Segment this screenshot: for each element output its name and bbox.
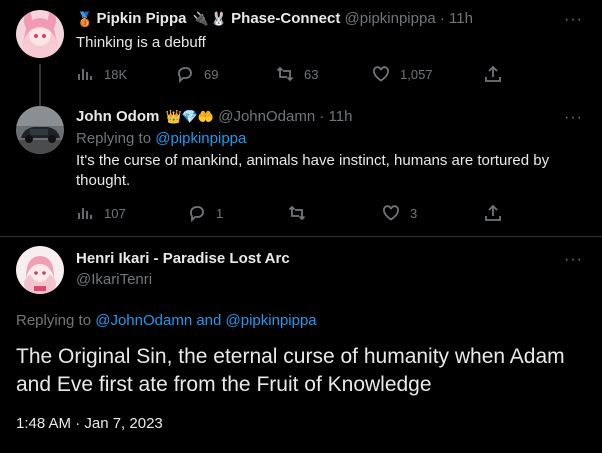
views-icon xyxy=(78,69,92,80)
views-count: 18K xyxy=(104,66,128,82)
heart-icon xyxy=(373,66,389,82)
reply-button[interactable]: 1 xyxy=(188,203,223,223)
replying-label: Replying to xyxy=(16,312,96,329)
replying-to-link[interactable]: @pipkinpippa xyxy=(155,130,246,147)
tweet-header: John Odom 👑💎🤲 @JohnOdamn · 11h xyxy=(76,107,352,127)
replying-to: Replying to @pipkinpippa xyxy=(76,129,246,149)
retweet-count: 63 xyxy=(304,66,319,82)
retweet-button[interactable]: 63 xyxy=(276,64,318,84)
like-button[interactable]: 1,057 xyxy=(372,64,433,84)
divider xyxy=(0,236,602,237)
author-name[interactable]: Henri Ikari - Paradise Lost Arc xyxy=(76,249,290,269)
views-button[interactable]: 18K xyxy=(76,64,127,84)
share-button[interactable] xyxy=(484,64,502,84)
tweet-time[interactable]: · 11h xyxy=(319,108,352,125)
like-button[interactable]: 3 xyxy=(382,203,417,223)
tweet-header: 🥉 Pipkin Pippa 🔌 🐰 Phase-Connect @pipkinpi… xyxy=(76,9,473,29)
tweet-time[interactable]: · 11h xyxy=(440,10,473,27)
views-button[interactable]: 107 xyxy=(76,203,126,223)
author-name[interactable]: Pipkin Pippa xyxy=(96,10,186,27)
share-button[interactable] xyxy=(484,203,502,223)
retweet-button[interactable] xyxy=(288,203,316,223)
retweet-icon xyxy=(288,205,306,221)
tweet-actions: 18K 69 63 1,057 xyxy=(76,64,506,84)
tweet-timestamp[interactable]: 1:48 AM · Jan 7, 2023 xyxy=(16,414,163,434)
tweet-text: The Original Sin, the eternal curse of h… xyxy=(16,345,565,396)
medal-icon: 🥉 xyxy=(76,11,94,28)
author-name[interactable]: John Odom xyxy=(76,108,159,125)
heart-icon xyxy=(383,205,399,221)
author-handle[interactable]: @IkariTenri xyxy=(76,270,152,290)
plug-icon: 🔌 xyxy=(192,11,209,27)
share-icon xyxy=(485,204,501,221)
tweet-text: Thinking is a debuff xyxy=(76,34,206,51)
reply-count: 69 xyxy=(204,66,219,82)
reply-count: 1 xyxy=(216,205,224,221)
avatar-john[interactable] xyxy=(16,106,64,154)
author-handle[interactable]: @pipkinpippa xyxy=(345,10,436,27)
tweet-text: It's the curse of mankind, animals have … xyxy=(76,152,550,189)
reply-icon xyxy=(178,67,192,83)
views-icon xyxy=(78,208,92,219)
author-affiliation[interactable]: Phase-Connect xyxy=(231,10,340,27)
avatar-henri[interactable] xyxy=(16,246,64,294)
reply-icon xyxy=(190,206,204,222)
views-count: 107 xyxy=(104,205,126,221)
author-name-text: Henri Ikari - Paradise Lost Arc xyxy=(76,250,290,267)
like-count: 3 xyxy=(410,205,418,221)
share-icon xyxy=(485,65,501,82)
crown-gem-hands-icon: 👑💎🤲 xyxy=(165,109,215,125)
reply-button[interactable]: 69 xyxy=(176,64,218,84)
rabbit-icon: 🐰 xyxy=(210,11,227,27)
replying-to: Replying to @JohnOdamn and @pipkinpippa xyxy=(16,311,317,331)
more-options-icon[interactable]: ··· xyxy=(564,252,583,268)
replying-to-link[interactable]: @JohnOdamn and @pipkinpippa xyxy=(95,312,316,329)
replying-label: Replying to xyxy=(76,130,156,147)
author-handle[interactable]: @JohnOdamn xyxy=(218,108,315,125)
author-handle-text: @IkariTenri xyxy=(76,271,153,288)
thread-line xyxy=(39,64,41,106)
avatar-pipkin[interactable] xyxy=(16,10,64,58)
more-options-icon[interactable]: ··· xyxy=(564,110,583,126)
retweet-icon xyxy=(276,66,294,82)
tweet-actions: 107 1 3 xyxy=(76,203,506,223)
like-count: 1,057 xyxy=(400,66,433,82)
more-options-icon[interactable]: ··· xyxy=(564,12,583,28)
